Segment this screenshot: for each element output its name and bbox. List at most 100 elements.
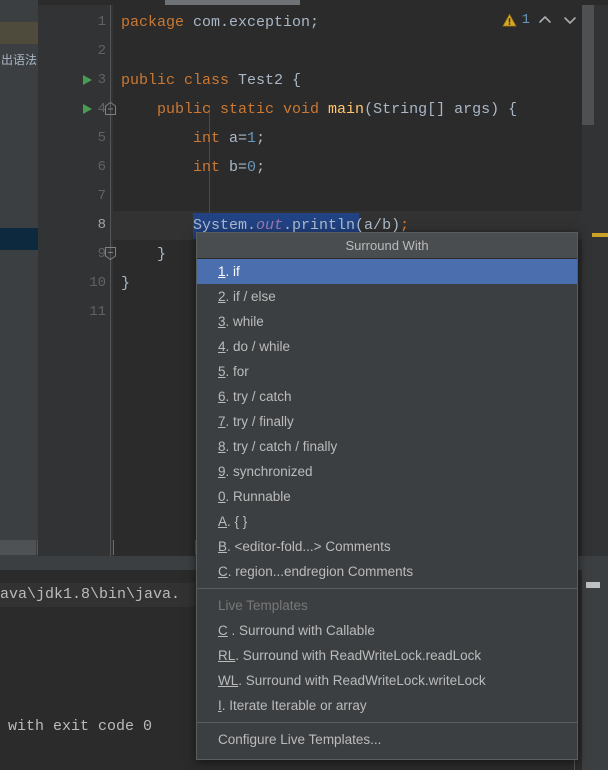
popup-item-list[interactable]: 1. if 2. if / else 3. while 4. do / while 5.… [197, 259, 577, 752]
menu-item-mnemonic: C [218, 564, 228, 579]
console-command-line: ava\jdk1.8\bin\java. [0, 586, 181, 603]
code-token: ; [400, 217, 410, 234]
menu-item-surround[interactable]: B. <editor-fold...> Comments [197, 534, 577, 559]
code-line: public class Test2 { [121, 66, 301, 95]
menu-item-mnemonic: 0 [218, 489, 226, 504]
menu-item-mnemonic: 8 [218, 439, 226, 454]
code-token: b= [229, 159, 248, 176]
console-scrollbar-thumb[interactable] [586, 582, 600, 588]
menu-item-label: . Surround with ReadWriteLock.writeLock [238, 673, 486, 688]
code-token: } [121, 275, 131, 292]
menu-item-live-template[interactable]: I. Iterate Iterable or array [197, 693, 577, 718]
menu-item-mnemonic: C [218, 623, 228, 638]
marker-gutter[interactable] [582, 5, 608, 556]
menu-item-mnemonic: RL [218, 648, 236, 663]
chevron-down-icon[interactable] [560, 10, 580, 30]
code-line: } [121, 269, 130, 298]
toolbar-segment-a[interactable] [0, 540, 36, 555]
editor-vertical-scrollbar-thumb[interactable] [582, 5, 594, 125]
line-number: 1 [97, 14, 106, 30]
menu-item-surround[interactable]: 5. for [197, 359, 577, 384]
menu-item-label: . if / else [225, 289, 276, 304]
menu-item-label: . try / catch / finally [225, 439, 338, 454]
console-exit-line: with exit code 0 [8, 718, 153, 735]
menu-item-surround[interactable]: 2. if / else [197, 284, 577, 309]
code-token: } [121, 246, 167, 263]
menu-item-mnemonic: 1 [218, 264, 226, 279]
menu-item-label: . synchronized [225, 464, 313, 479]
menu-item-mnemonic: 5 [218, 364, 226, 379]
menu-item-mnemonic: 7 [218, 414, 226, 429]
code-line: int a=1; [121, 124, 265, 153]
toolbar-divider-1 [37, 540, 38, 555]
line-number: 10 [89, 275, 106, 291]
project-row-selected[interactable] [0, 228, 38, 250]
project-row-highlighted[interactable] [0, 22, 38, 44]
project-tool-window-clipped[interactable]: 出语法 [0, 0, 38, 556]
menu-item-mnemonic: 4 [218, 339, 226, 354]
menu-item-label: . if [225, 264, 240, 279]
warning-count-label: 1 [521, 12, 530, 28]
code-token: 0 [247, 159, 257, 176]
fold-region-icon[interactable] [104, 246, 119, 261]
menu-item-label: . try / finally [225, 414, 294, 429]
menu-item-label: . region...endregion Comments [227, 564, 414, 579]
code-token: package [121, 14, 194, 31]
code-token: ; [256, 159, 266, 176]
code-token: (String[] args) { [364, 101, 518, 118]
code-token: public class [121, 72, 239, 89]
code-token: int [121, 159, 230, 176]
surround-with-popup[interactable]: Surround With 1. if 2. if / else 3. while 4… [196, 232, 578, 760]
warning-marker-stripe[interactable] [592, 233, 608, 237]
fold-region-icon[interactable] [104, 101, 119, 116]
toolbar-divider-2 [113, 540, 114, 555]
menu-item-mnemonic: WL [218, 673, 239, 688]
code-token: a= [229, 130, 248, 147]
project-row-label[interactable]: 出语法 [0, 50, 38, 72]
menu-item-label: . Surround with Callable [227, 623, 375, 638]
gutter-fold-line [110, 5, 111, 556]
code-line: int b=0; [121, 153, 265, 182]
line-number: 9 [97, 246, 106, 262]
menu-item-live-template[interactable]: RL. Surround with ReadWriteLock.readLock [197, 643, 577, 668]
menu-item-live-template[interactable]: WL. Surround with ReadWriteLock.writeLoc… [197, 668, 577, 693]
menu-item-mnemonic: 6 [218, 389, 226, 404]
menu-item-live-template[interactable]: C . Surround with Callable [197, 618, 577, 643]
menu-item-mnemonic: 3 [218, 314, 226, 329]
menu-item-label: . <editor-fold...> Comments [227, 539, 391, 554]
ide-window: 出语法 package com.exception; public class T… [0, 0, 608, 770]
menu-item-surround[interactable]: 4. do / while [197, 334, 577, 359]
inspection-widget[interactable]: 1 [501, 8, 580, 32]
code-token: public static void [121, 101, 329, 118]
menu-item-surround[interactable]: 6. try / catch [197, 384, 577, 409]
menu-item-label: . Iterate Iterable or array [221, 698, 367, 713]
menu-item-label: . { } [227, 514, 248, 529]
console-right-pane[interactable] [574, 570, 608, 770]
menu-item-configure-live-templates[interactable]: Configure Live Templates... [197, 727, 577, 752]
run-gutter-icon[interactable] [80, 102, 94, 116]
code-token: main [328, 101, 365, 118]
menu-item-surround[interactable]: C. region...endregion Comments [197, 559, 577, 584]
menu-item-mnemonic: A [218, 514, 228, 529]
code-line: package com.exception; [121, 8, 319, 37]
line-number: 11 [89, 304, 106, 320]
run-gutter-icon[interactable] [80, 73, 94, 87]
menu-separator [197, 588, 577, 589]
line-number: 8 [97, 217, 106, 233]
chevron-up-icon[interactable] [535, 10, 555, 30]
menu-item-surround[interactable]: 0. Runnable [197, 484, 577, 509]
menu-item-surround[interactable]: 9. synchronized [197, 459, 577, 484]
menu-item-label: . try / catch [225, 389, 292, 404]
menu-item-label: . Runnable [225, 489, 291, 504]
menu-separator [197, 722, 577, 723]
menu-item-surround[interactable]: 7. try / finally [197, 409, 577, 434]
menu-item-surround[interactable]: A. { } [197, 509, 577, 534]
code-token: System. [121, 217, 257, 234]
code-token: ; [256, 130, 266, 147]
menu-item-label: . for [225, 364, 249, 379]
menu-item-surround[interactable]: 1. if [197, 259, 577, 284]
code-token: Test2 { [238, 72, 302, 89]
menu-item-surround[interactable]: 3. while [197, 309, 577, 334]
line-number: 7 [97, 188, 106, 204]
menu-item-surround[interactable]: 8. try / catch / finally [197, 434, 577, 459]
